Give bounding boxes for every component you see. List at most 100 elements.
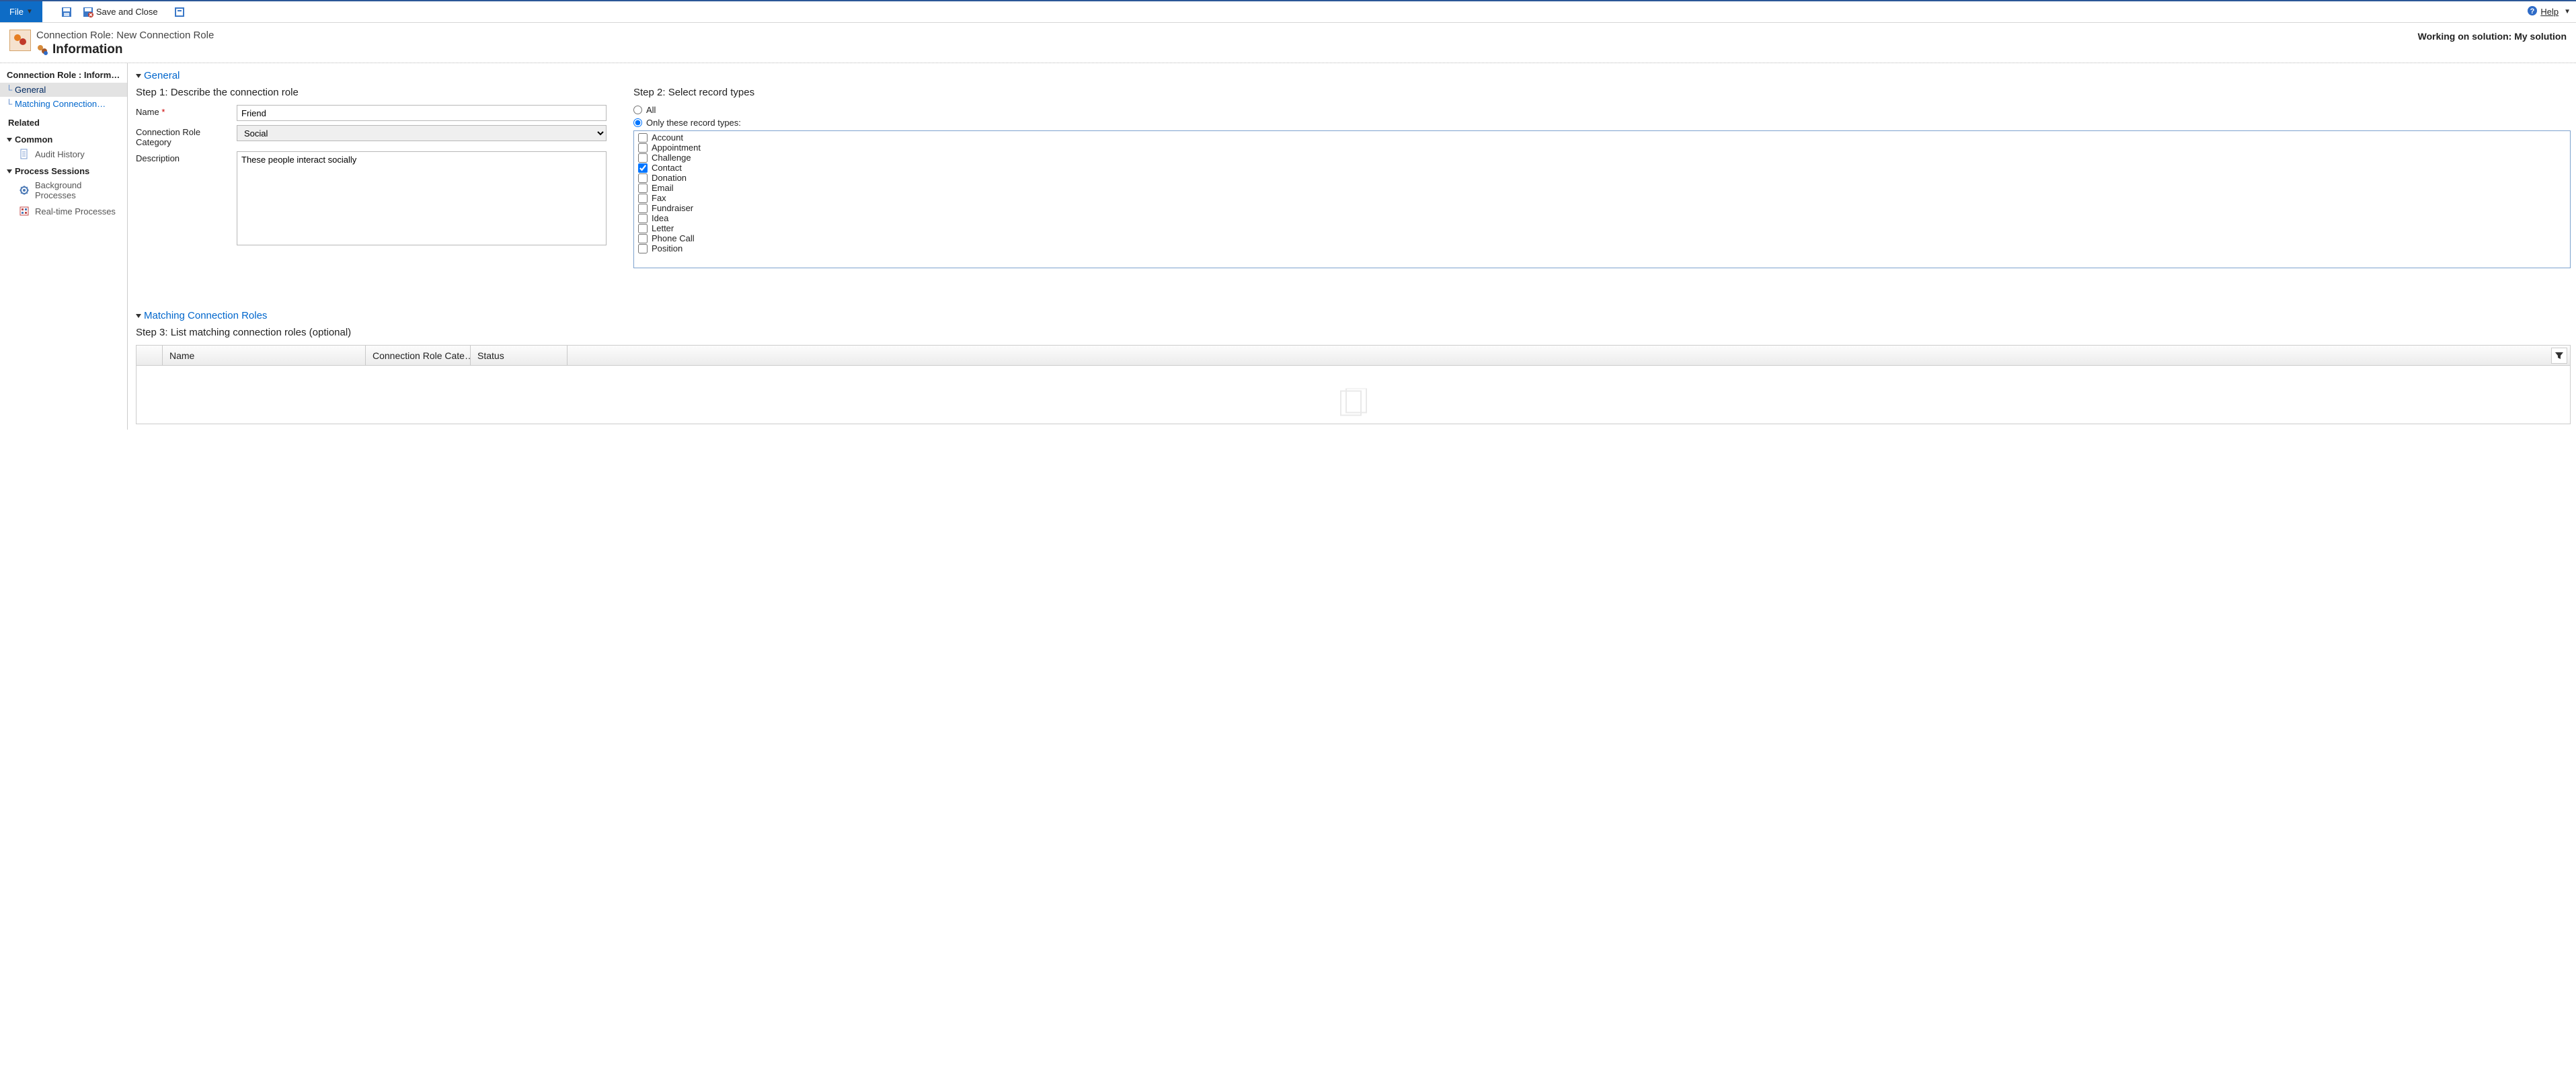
record-type-row[interactable]: Account	[638, 132, 2566, 143]
sidebar-item-label: Background Processes	[35, 180, 120, 200]
record-type-checkbox[interactable]	[638, 143, 648, 153]
record-type-label: Idea	[652, 213, 668, 223]
record-type-label: Fundraiser	[652, 203, 693, 213]
step1-label: Step 1: Describe the connection role	[136, 87, 607, 98]
save-close-icon	[83, 7, 93, 17]
help-link[interactable]: Help	[2540, 7, 2559, 17]
record-type-row[interactable]: Contact	[638, 163, 2566, 173]
radio-all[interactable]	[633, 106, 642, 114]
name-label: Name *	[136, 105, 237, 117]
grid-body[interactable]	[136, 366, 2570, 424]
record-type-row[interactable]: Phone Call	[638, 233, 2566, 243]
actions-button[interactable]	[169, 1, 190, 22]
chevron-down-icon: ▼	[2564, 8, 2571, 15]
group-label: Process Sessions	[15, 166, 89, 176]
sidebar-item-rt-processes[interactable]: Real-time Processes	[0, 203, 127, 219]
record-type-row[interactable]: Fax	[638, 193, 2566, 203]
category-label: Connection Role Category	[136, 125, 237, 147]
record-type-checkbox[interactable]	[638, 204, 648, 213]
step2-label: Step 2: Select record types	[633, 87, 2571, 98]
record-type-label: Letter	[652, 223, 674, 233]
group-process-sessions[interactable]: Process Sessions	[0, 162, 127, 177]
solution-label: Working on solution: My solution	[2418, 31, 2567, 42]
record-type-label: Donation	[652, 173, 687, 183]
record-type-label: Challenge	[652, 153, 691, 163]
group-label: Common	[15, 134, 52, 145]
record-type-row[interactable]: Fundraiser	[638, 203, 2566, 213]
grid-col-category[interactable]: Connection Role Cate…	[365, 346, 470, 365]
record-type-checkbox[interactable]	[638, 214, 648, 223]
record-type-row[interactable]: Appointment	[638, 143, 2566, 153]
record-type-row[interactable]: Donation	[638, 173, 2566, 183]
record-type-label: Contact	[652, 163, 682, 173]
section-label: General	[144, 70, 180, 81]
sidebar-item-general[interactable]: General	[0, 83, 127, 97]
matching-grid: Name Connection Role Cate… Status	[136, 345, 2571, 424]
filter-icon	[2554, 351, 2564, 360]
record-type-row[interactable]: Letter	[638, 223, 2566, 233]
chevron-down-icon: ▼	[26, 8, 33, 15]
filter-button[interactable]	[2551, 348, 2567, 364]
record-type-checkbox[interactable]	[638, 194, 648, 203]
record-type-label: Account	[652, 132, 683, 143]
sidebar-item-label: Real-time Processes	[35, 206, 116, 216]
help-icon: ?	[2527, 5, 2538, 18]
breadcrumb: Connection Role: New Connection Role	[36, 30, 214, 41]
section-general[interactable]: General	[136, 69, 2571, 87]
record-type-label: Position	[652, 243, 682, 253]
svg-text:?: ?	[2530, 7, 2535, 15]
file-label: File	[9, 7, 24, 17]
empty-icon	[1337, 389, 1370, 420]
record-type-checkbox[interactable]	[638, 173, 648, 183]
caret-icon	[136, 74, 141, 78]
sidebar-item-label: Matching Connection…	[15, 99, 106, 109]
grid-header: Name Connection Role Cate… Status	[136, 346, 2570, 366]
description-input[interactable]	[237, 151, 607, 245]
entity-icon	[9, 30, 31, 51]
section-matching-roles[interactable]: Matching Connection Roles	[136, 309, 2571, 327]
info-icon	[36, 44, 48, 56]
record-type-row[interactable]: Challenge	[638, 153, 2566, 163]
category-select[interactable]: Social	[237, 125, 607, 141]
sidebar-item-bg-processes[interactable]: Background Processes	[0, 177, 127, 203]
record-type-checkbox[interactable]	[638, 133, 648, 143]
grid-col-name[interactable]: Name	[162, 346, 365, 365]
save-button[interactable]	[56, 1, 77, 22]
save-icon	[61, 7, 72, 17]
record-type-row[interactable]: Idea	[638, 213, 2566, 223]
name-input[interactable]	[237, 105, 607, 121]
file-button[interactable]: File ▼	[0, 1, 42, 22]
record-type-checkbox[interactable]	[638, 153, 648, 163]
document-icon	[19, 149, 30, 159]
sidebar-item-matching[interactable]: Matching Connection…	[0, 97, 127, 111]
actions-icon	[174, 7, 185, 17]
record-type-row[interactable]: Email	[638, 183, 2566, 193]
page-title: Information	[52, 42, 123, 57]
radio-only-label: Only these record types:	[646, 118, 741, 128]
sidebar-item-audit-history[interactable]: Audit History	[0, 146, 127, 162]
save-and-close-button[interactable]: Save and Close	[77, 1, 163, 22]
process-icon	[19, 206, 30, 216]
gear-icon	[19, 185, 30, 196]
record-types-list[interactable]: AccountAppointmentChallengeContactDonati…	[633, 130, 2571, 268]
record-type-checkbox[interactable]	[638, 224, 648, 233]
caret-icon	[7, 138, 12, 142]
sidebar-head: Connection Role : Inform…	[0, 67, 127, 83]
record-type-checkbox[interactable]	[638, 163, 648, 173]
sidebar-item-label: General	[15, 85, 46, 95]
section-label: Matching Connection Roles	[144, 310, 267, 321]
record-type-label: Phone Call	[652, 233, 695, 243]
grid-col-status[interactable]: Status	[470, 346, 567, 365]
save-close-label: Save and Close	[96, 7, 158, 17]
main: General Step 1: Describe the connection …	[128, 63, 2576, 430]
record-type-checkbox[interactable]	[638, 184, 648, 193]
description-label: Description	[136, 151, 237, 163]
related-heading: Related	[0, 111, 127, 130]
radio-only[interactable]	[633, 118, 642, 127]
group-common[interactable]: Common	[0, 130, 127, 146]
caret-icon	[136, 314, 141, 318]
record-type-row[interactable]: Position	[638, 243, 2566, 253]
record-type-label: Appointment	[652, 143, 701, 153]
record-type-checkbox[interactable]	[638, 244, 648, 253]
record-type-checkbox[interactable]	[638, 234, 648, 243]
